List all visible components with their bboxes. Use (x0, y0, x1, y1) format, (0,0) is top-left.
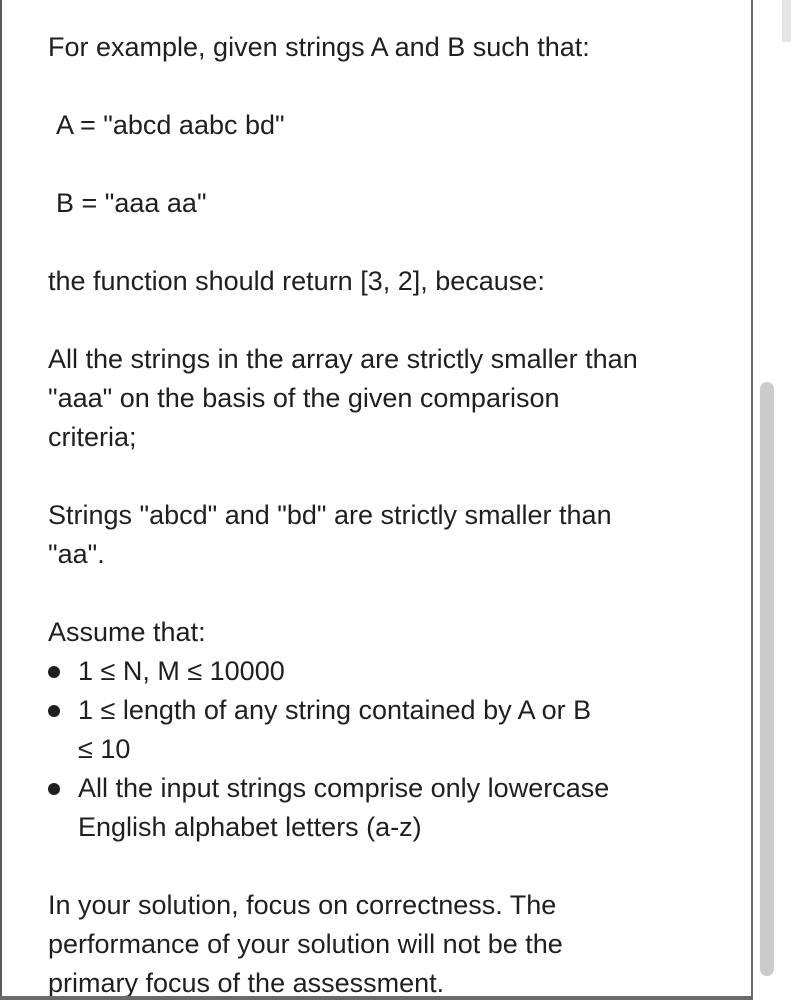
assumptions-heading: Assume that: (48, 617, 206, 647)
example-string-b: B = "aaa aa" (56, 188, 207, 218)
list-item-text: All the input strings comprise only lowe… (78, 773, 610, 803)
scrollbar-top-strip (782, 0, 791, 42)
list-item-text-continued: ≤ 10 (78, 734, 131, 764)
list-item-text-continued: English alphabet letters (a-z) (78, 812, 422, 842)
return-statement: the function should return [3, 2], becau… (48, 266, 545, 296)
scrollbar-thumb[interactable] (760, 382, 774, 976)
reason-1-line-3: criteria; (48, 422, 137, 452)
closing-line-1: In your solution, focus on correctness. … (48, 890, 557, 920)
reason-1-line-2: "aaa" on the basis of the given comparis… (48, 383, 560, 413)
pane-bottom-border (0, 996, 753, 1000)
list-item-text: 1 ≤ length of any string contained by A … (78, 695, 592, 725)
list-item-text: 1 ≤ N, M ≤ 10000 (78, 656, 285, 686)
task-description-pane: For example, given strings A and B such … (0, 0, 791, 1000)
example-intro: For example, given strings A and B such … (48, 32, 590, 62)
closing-line-2: performance of your solution will not be… (48, 929, 563, 959)
reason-2-line-2: "aa". (48, 539, 105, 569)
reason-1-line-1: All the strings in the array are strictl… (48, 344, 638, 374)
bullet-icon (48, 783, 60, 795)
closing-line-3: primary focus of the assessment. (48, 968, 445, 998)
example-string-a: A = "abcd aabc bd" (56, 110, 285, 140)
bullet-icon (48, 705, 60, 717)
bullet-icon (48, 666, 60, 678)
reason-2-line-1: Strings "abcd" and "bd" are strictly sma… (48, 500, 612, 530)
pane-left-border (0, 0, 2, 1000)
